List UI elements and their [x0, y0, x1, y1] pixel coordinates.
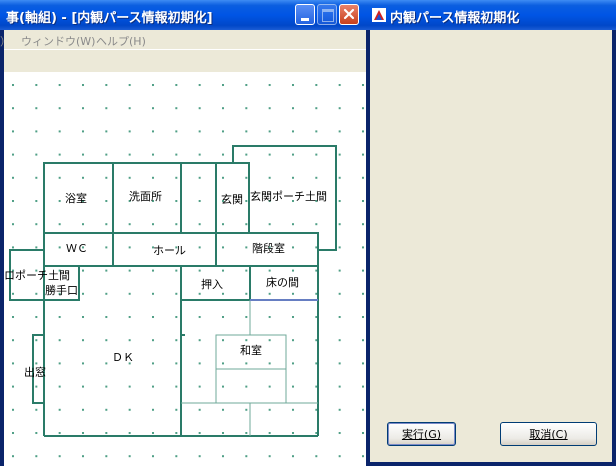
label-japanese-room: 和室 — [240, 343, 262, 357]
drawing-canvas[interactable]: 浴室 洗面所 玄関 玄関ポーチ土間 ＷＣ ホール 階段室 ロポーチ土間 勝手口 … — [4, 72, 366, 466]
run-button-label: 実行(G) — [401, 428, 442, 441]
menu-item-help[interactable]: ヘルプ(H) — [96, 33, 146, 49]
cancel-button[interactable]: 取消(C) — [500, 422, 597, 446]
label-wc: ＷＣ — [66, 242, 88, 255]
cad-main-window: 事(軸組) - [内観パース情報初期化] ） ウィンドウ(W) ヘルプ(H) 浴… — [0, 0, 366, 466]
label-alcove: 床の間 — [266, 275, 299, 289]
label-entrance-porch: 玄関ポーチ土間 — [250, 189, 327, 203]
minimize-button[interactable] — [295, 4, 315, 25]
toolbar — [4, 49, 366, 73]
floor-plan[interactable]: 浴室 洗面所 玄関 玄関ポーチ土間 ＷＣ ホール 階段室 ロポーチ土間 勝手口 … — [4, 72, 366, 466]
interior-perspective-init-dialog: 内観パース情報初期化 実行(G) 取消(C) — [366, 0, 616, 466]
close-icon — [343, 8, 355, 20]
maximize-button[interactable] — [317, 4, 337, 25]
dialog-title-bar[interactable]: 内観パース情報初期化 — [366, 0, 616, 30]
maximize-icon — [322, 9, 334, 22]
label-dk: ＤＫ — [112, 351, 134, 364]
label-bay-window: 出窓 — [24, 365, 46, 379]
label-hall: ホール — [153, 244, 186, 257]
label-stairs: 階段室 — [252, 241, 285, 255]
main-window-title: 事(軸組) - [内観パース情報初期化] — [6, 11, 213, 26]
app-icon — [372, 8, 386, 22]
close-button[interactable] — [339, 4, 359, 25]
menu-bar: ） ウィンドウ(W) ヘルプ(H) — [0, 30, 366, 49]
menu-item-window[interactable]: ウィンドウ(W) — [21, 33, 95, 49]
label-back-door: 勝手口 — [45, 283, 78, 297]
label-entrance: 玄関 — [221, 192, 243, 206]
dialog-title: 内観パース情報初期化 — [390, 11, 520, 26]
dialog-body: 実行(G) 取消(C) — [370, 30, 612, 462]
label-washroom: 洗面所 — [129, 190, 162, 203]
label-closet: 押入 — [201, 277, 223, 291]
cancel-button-label: 取消(C) — [529, 428, 568, 441]
main-title-bar[interactable]: 事(軸組) - [内観パース情報初期化] — [0, 0, 366, 30]
label-porch-floor: ロポーチ土間 — [4, 269, 70, 282]
label-bath: 浴室 — [65, 191, 87, 205]
run-button[interactable]: 実行(G) — [387, 422, 456, 446]
menu-item-partial[interactable]: ） — [0, 33, 11, 49]
